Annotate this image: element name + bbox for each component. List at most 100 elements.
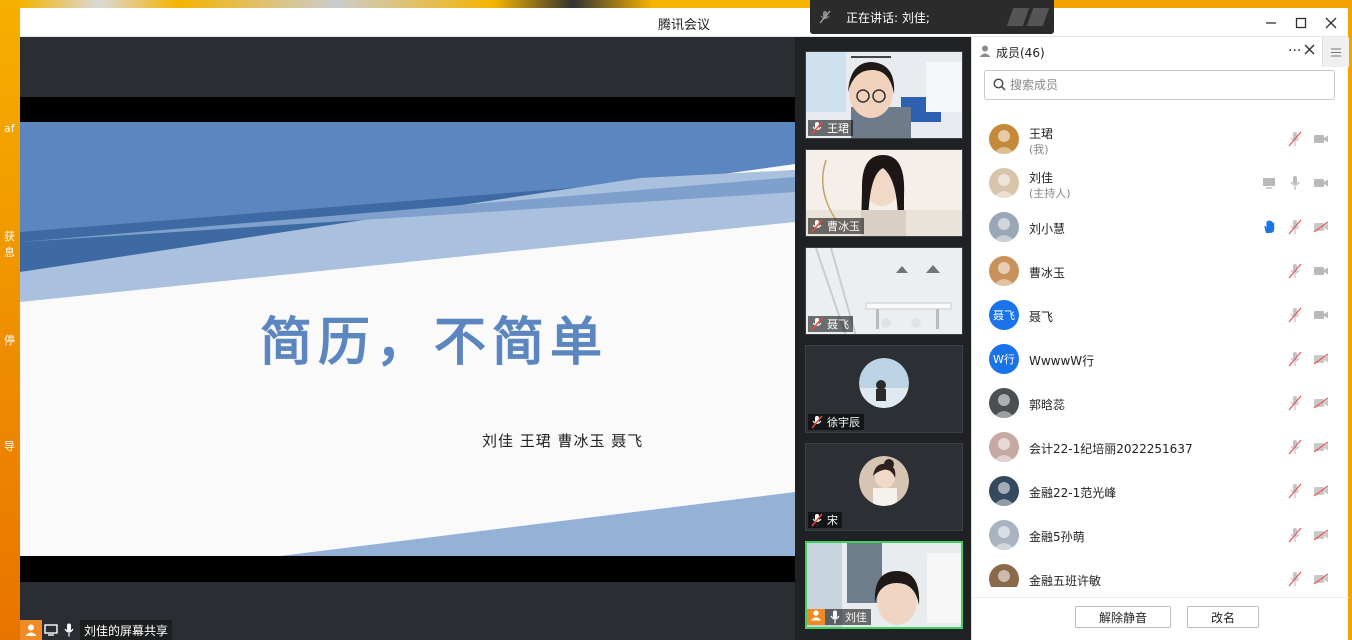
participant-name-tag: 徐宇辰 xyxy=(808,414,864,430)
muted-microphone-icon xyxy=(810,513,824,527)
camera-icon[interactable] xyxy=(1313,306,1329,324)
member-status-icons xyxy=(1287,130,1329,148)
member-search-box[interactable] xyxy=(984,70,1335,100)
active-speaker-label: 正在讲话: 刘佳; xyxy=(846,10,930,25)
member-name: 郭晗蕊 xyxy=(1029,398,1066,412)
muted-microphone-icon[interactable] xyxy=(1287,306,1303,324)
float-controls[interactable] xyxy=(1006,8,1050,26)
camera-icon[interactable] xyxy=(1313,174,1329,192)
meeting-window: 腾讯会议 简历，不简单 刘佳 王珺 曹冰玉 聂飞 刘佳的屏幕共享 王珺 曹冰玉 … xyxy=(20,0,1349,640)
member-row[interactable]: W行 WwwwW行 xyxy=(972,337,1349,381)
member-status-icons xyxy=(1287,570,1329,587)
member-name: 聂飞 xyxy=(1029,310,1054,324)
muted-microphone-icon[interactable] xyxy=(1287,130,1303,148)
member-row[interactable]: 刘小慧 xyxy=(972,205,1349,249)
member-avatar xyxy=(989,256,1019,286)
member-role: (主持人) xyxy=(1029,187,1071,200)
list-icon xyxy=(1331,48,1341,56)
muted-microphone-icon[interactable] xyxy=(1287,350,1303,368)
member-status-icons xyxy=(1287,306,1329,324)
participant-tile[interactable]: 徐宇辰 xyxy=(805,345,963,433)
members-panel-footer: 解除静音 改名 xyxy=(972,597,1349,640)
camera-off-icon[interactable] xyxy=(1313,570,1329,587)
member-row[interactable]: 王珺 (我) xyxy=(972,117,1349,161)
participant-name-tag: 宋 xyxy=(808,512,842,528)
member-row[interactable]: 刘佳 (主持人) xyxy=(972,161,1349,205)
member-status-icons xyxy=(1287,394,1329,412)
member-name: 金融22-1范光峰 xyxy=(1029,486,1117,500)
camera-icon[interactable] xyxy=(1313,130,1329,148)
panel-menu-button[interactable] xyxy=(1322,37,1349,67)
member-name: 金融五班许敏 xyxy=(1029,574,1102,587)
desktop-taskbar-strip xyxy=(20,0,810,8)
member-search-input[interactable] xyxy=(1010,78,1310,92)
participant-avatar xyxy=(859,456,909,506)
participant-name: 刘佳 xyxy=(845,611,867,624)
member-row[interactable]: 聂飞 聂飞 xyxy=(972,293,1349,337)
drag-handle-icon[interactable] xyxy=(1026,8,1050,26)
member-status-icons xyxy=(1261,174,1329,192)
participant-tile[interactable]: 曹冰玉 xyxy=(805,149,963,237)
camera-off-icon[interactable] xyxy=(1313,526,1329,544)
muted-microphone-icon[interactable] xyxy=(1287,394,1303,412)
member-avatar xyxy=(989,432,1019,462)
camera-off-icon[interactable] xyxy=(1313,482,1329,500)
muted-microphone-icon[interactable] xyxy=(1287,218,1303,236)
title-bar[interactable]: 腾讯会议 xyxy=(20,8,1348,37)
participant-tile[interactable]: 聂飞 xyxy=(805,247,963,335)
search-icon xyxy=(993,76,1006,95)
camera-icon[interactable] xyxy=(1313,262,1329,280)
muted-microphone-icon[interactable] xyxy=(1287,570,1303,587)
member-name: WwwwW行 xyxy=(1029,354,1095,368)
window-title: 腾讯会议 xyxy=(657,18,710,33)
minimize-button[interactable] xyxy=(1260,12,1282,34)
drag-handle-icon[interactable] xyxy=(1006,8,1030,26)
member-row[interactable]: 郭晗蕊 xyxy=(972,381,1349,425)
muted-microphone-icon[interactable] xyxy=(1287,438,1303,456)
maximize-button[interactable] xyxy=(1290,12,1312,34)
camera-off-icon[interactable] xyxy=(1313,394,1329,412)
member-row[interactable]: 曹冰玉 xyxy=(972,249,1349,293)
unmute-button[interactable]: 解除静音 xyxy=(1075,606,1171,628)
member-status-icons xyxy=(1287,438,1329,456)
more-options-icon[interactable]: ··· xyxy=(1288,43,1301,59)
member-status-icons xyxy=(1287,482,1329,500)
close-panel-button[interactable] xyxy=(1304,41,1315,59)
member-avatar: W行 xyxy=(989,344,1019,374)
participant-name-tag: 刘佳 xyxy=(807,609,871,625)
presentation-slide: 简历，不简单 刘佳 王珺 曹冰玉 聂飞 xyxy=(20,122,795,556)
member-avatar xyxy=(989,124,1019,154)
desktop-text-fragment: 获 xyxy=(4,230,15,243)
close-button[interactable] xyxy=(1320,12,1342,34)
participant-tile-active-speaker[interactable]: 刘佳 xyxy=(805,541,963,629)
member-row[interactable]: 金融五班许敏 xyxy=(972,557,1349,587)
participant-name: 曹冰玉 xyxy=(827,220,860,233)
member-avatar xyxy=(989,212,1019,242)
camera-off-icon[interactable] xyxy=(1313,218,1329,236)
member-name: 刘佳 xyxy=(1029,171,1054,185)
desktop-text-fragment: af xyxy=(4,122,15,135)
desktop-text-fragment: 导 xyxy=(4,440,15,453)
member-row[interactable]: 金融22-1范光峰 xyxy=(972,469,1349,513)
camera-off-icon[interactable] xyxy=(1313,350,1329,368)
screen-share-label-bar: 刘佳的屏幕共享 xyxy=(20,619,173,640)
participant-name: 宋 xyxy=(827,514,838,527)
microphone-icon[interactable] xyxy=(1287,174,1303,192)
desktop-background: af 获 息 停 导 xyxy=(0,0,20,640)
participant-tile[interactable]: 王珺 xyxy=(805,51,963,139)
muted-microphone-icon[interactable] xyxy=(1287,482,1303,500)
rename-button[interactable]: 改名 xyxy=(1187,606,1259,628)
muted-microphone-icon[interactable] xyxy=(1287,262,1303,280)
participant-name: 徐宇辰 xyxy=(827,416,860,429)
desktop-text-fragment: 息 xyxy=(4,246,15,259)
member-row[interactable]: 会计22-1纪培丽2022251637 xyxy=(972,425,1349,469)
muted-microphone-icon[interactable] xyxy=(1287,526,1303,544)
close-icon xyxy=(1304,44,1315,55)
shared-screen-area[interactable]: 简历，不简单 刘佳 王珺 曹冰玉 聂飞 刘佳的屏幕共享 xyxy=(20,37,795,640)
camera-off-icon[interactable] xyxy=(1313,438,1329,456)
participant-name-tag: 聂飞 xyxy=(808,316,853,332)
member-row[interactable]: 金融5孙萌 xyxy=(972,513,1349,557)
participant-tile[interactable]: 宋 xyxy=(805,443,963,531)
screen-share-owner-label: 刘佳的屏幕共享 xyxy=(80,619,173,640)
muted-microphone-icon xyxy=(810,121,824,135)
